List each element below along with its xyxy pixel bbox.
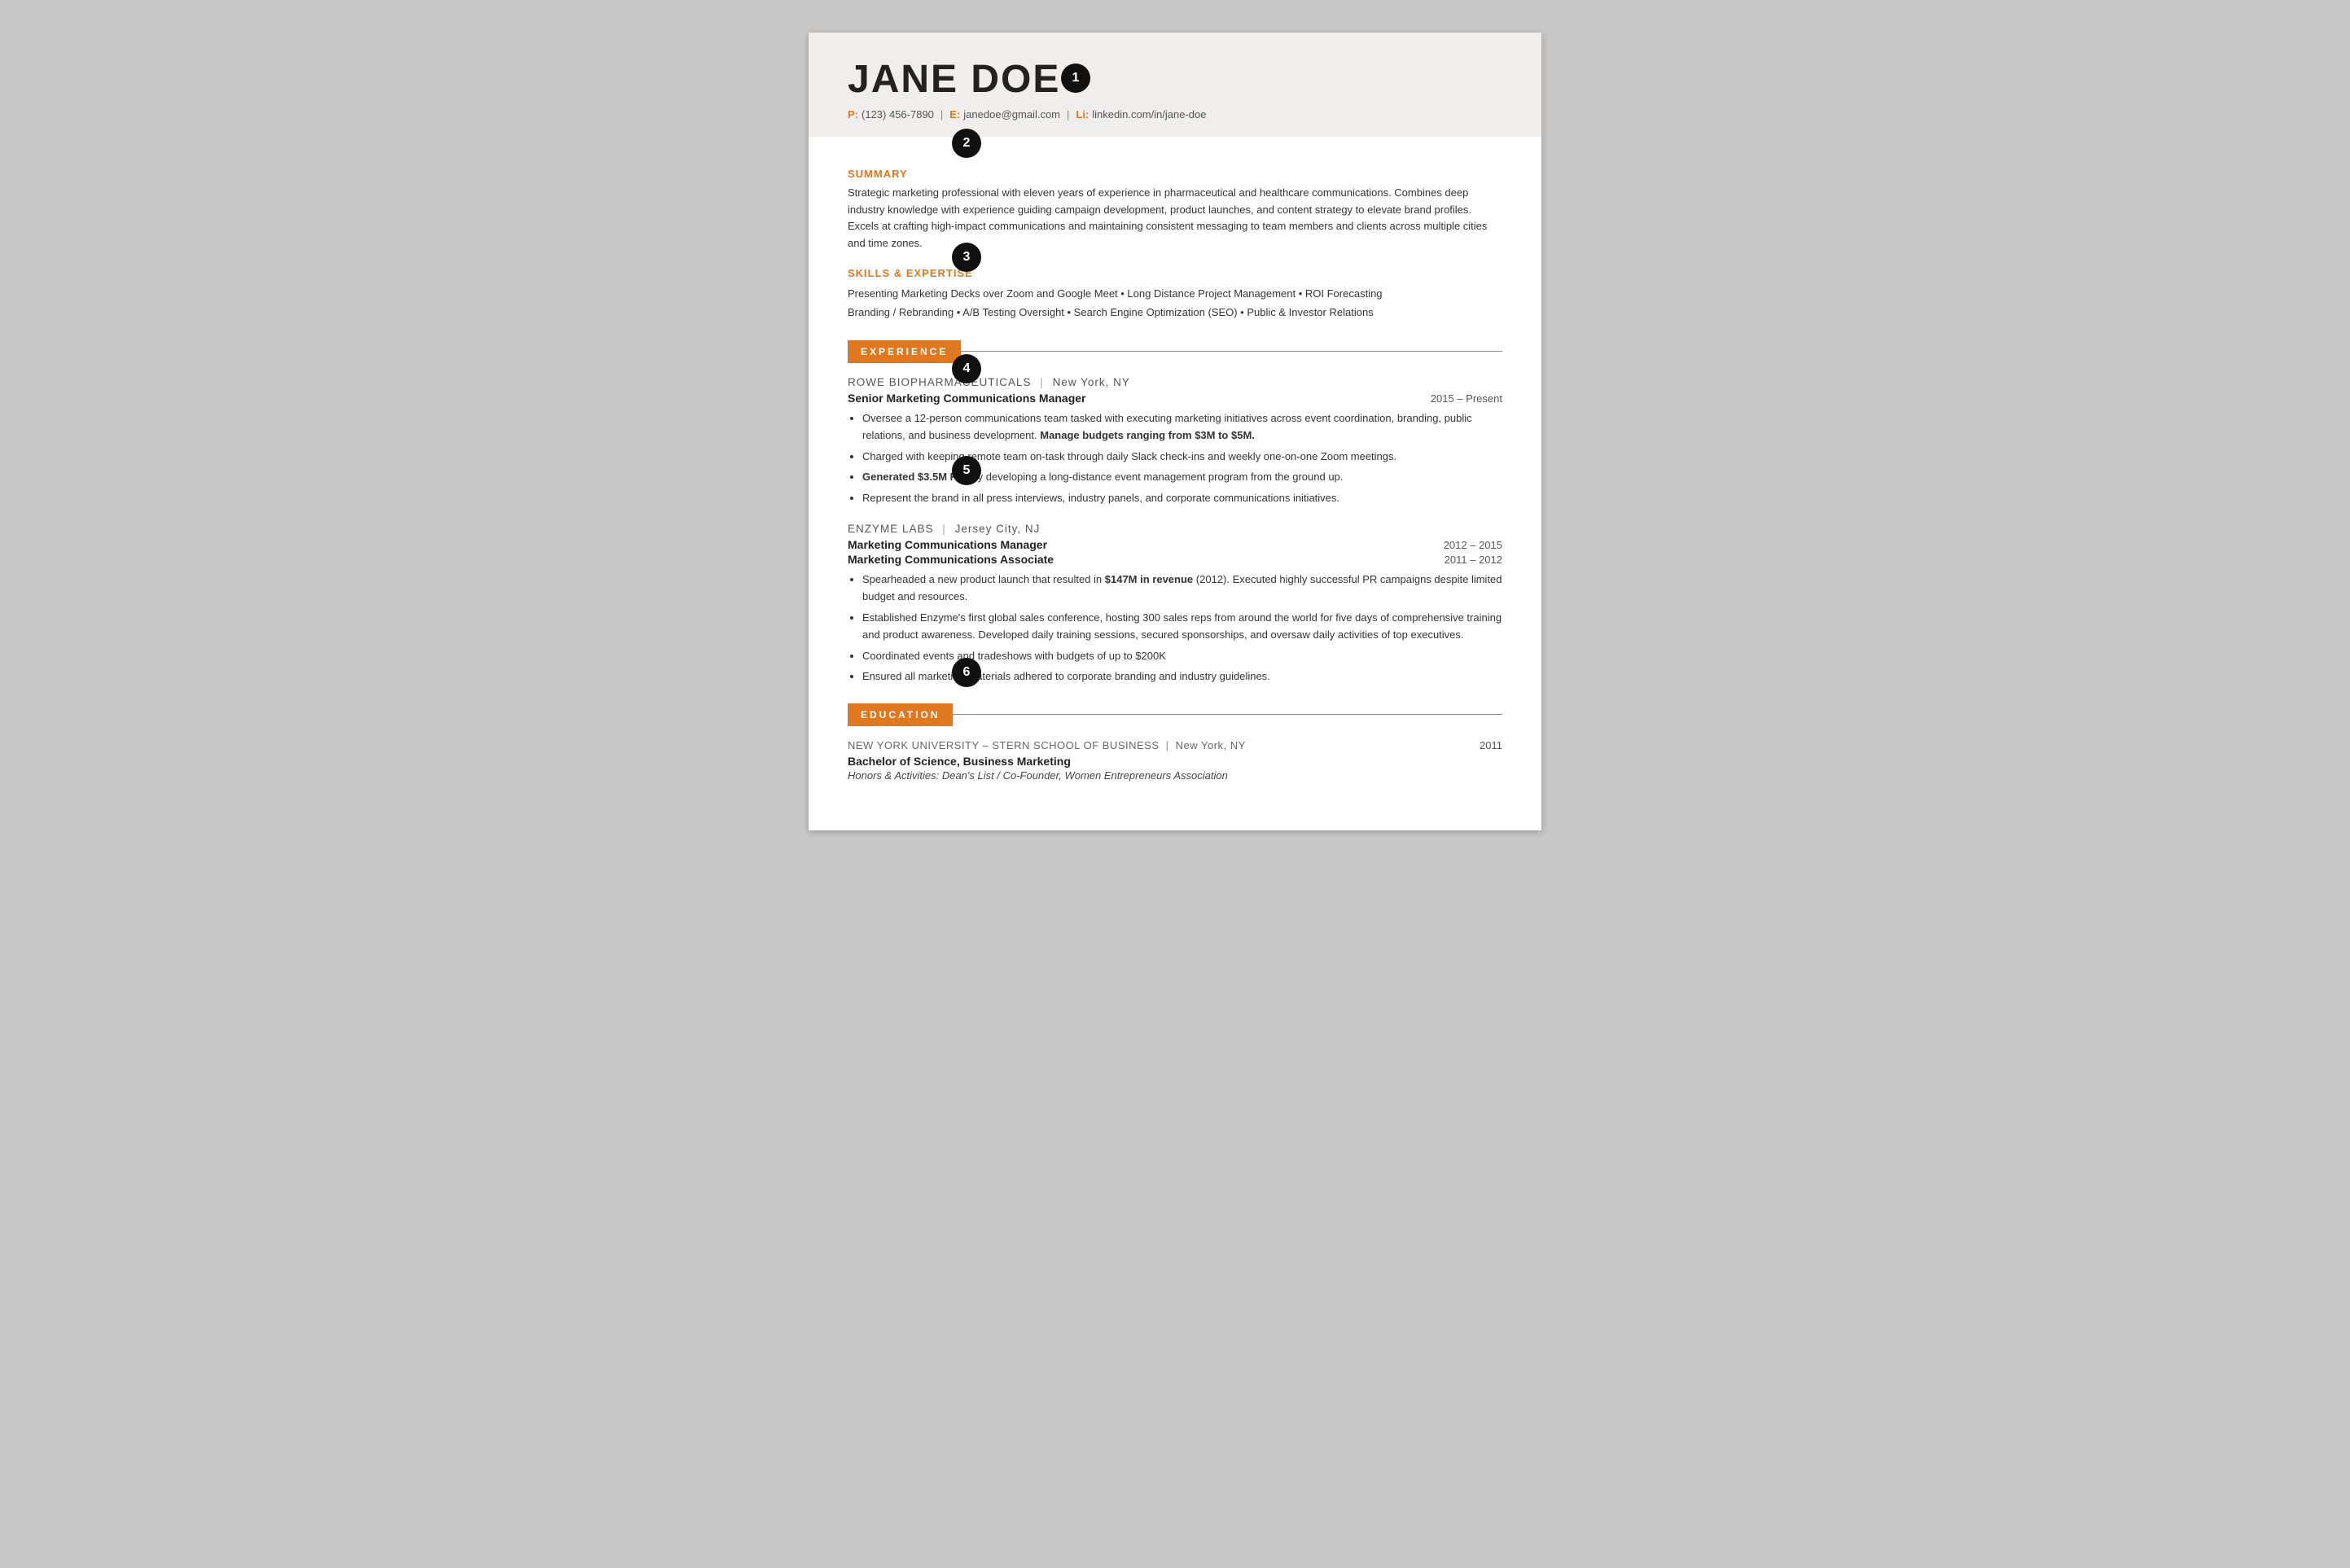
job-enzyme-title-2: Marketing Communications Associate — [848, 553, 1054, 566]
linkedin-label: Li: — [1076, 108, 1089, 120]
resume-body: SUMMARY Strategic marketing professional… — [809, 137, 1541, 830]
page-wrapper: 1 2 3 4 5 6 JANE DOE P: (123) 456-7890 |… — [809, 33, 1541, 830]
edu-degree: Bachelor of Science, Business Marketing — [848, 755, 1502, 768]
job-rowe-company: ROWE BIOPHARMACEUTICALS | New York, NY — [848, 376, 1502, 388]
edu-school-name: NEW YORK UNIVERSITY – STERN SCHOOL OF BU… — [848, 739, 1246, 751]
job-rowe-bullets: Oversee a 12-person communications team … — [848, 410, 1502, 506]
job-enzyme-bullet-1: Spearheaded a new product launch that re… — [862, 571, 1502, 606]
linkedin-value: linkedin.com/in/jane-doe — [1092, 108, 1206, 120]
education-bar: EDUCATION — [848, 703, 953, 726]
job-enzyme-bullet-2: Established Enzyme's first global sales … — [862, 609, 1502, 644]
job-rowe-bullet-4: Represent the brand in all press intervi… — [862, 489, 1502, 506]
job-enzyme-dates-2: 2011 – 2012 — [1445, 554, 1502, 566]
job-rowe: ROWE BIOPHARMACEUTICALS | New York, NY S… — [848, 376, 1502, 506]
job-enzyme-location: Jersey City, NJ — [955, 523, 1041, 535]
job-rowe-role-row: Senior Marketing Communications Manager … — [848, 392, 1502, 405]
skills-label: SKILLS & EXPERTISE — [848, 267, 1502, 279]
job-rowe-title: Senior Marketing Communications Manager — [848, 392, 1086, 405]
job-rowe-bullet-1: Oversee a 12-person communications team … — [862, 410, 1502, 445]
edu-year: 2011 — [1480, 739, 1502, 751]
job-rowe-dates: 2015 – Present — [1431, 392, 1502, 405]
experience-bar: EXPERIENCE — [848, 340, 961, 363]
annotation-3: 3 — [952, 243, 981, 272]
edu-nyu: NEW YORK UNIVERSITY – STERN SCHOOL OF BU… — [848, 739, 1502, 782]
summary-label: SUMMARY — [848, 168, 1502, 180]
phone-value: (123) 456-7890 — [862, 108, 934, 120]
phone-label: P: — [848, 108, 858, 120]
job-enzyme-dates-1: 2012 – 2015 — [1444, 539, 1502, 551]
separator-2: | — [1067, 108, 1069, 120]
resume-header: JANE DOE P: (123) 456-7890 | E: janedoe@… — [809, 33, 1541, 137]
separator-1: | — [940, 108, 943, 120]
experience-section-header: EXPERIENCE — [848, 340, 1502, 363]
education-line — [953, 714, 1502, 715]
skills-row-1: Presenting Marketing Decks over Zoom and… — [848, 284, 1502, 303]
job-rowe-location: New York, NY — [1053, 376, 1130, 388]
skills-row-2: Branding / Rebranding • A/B Testing Over… — [848, 303, 1502, 322]
contact-info: P: (123) 456-7890 | E: janedoe@gmail.com… — [848, 108, 1502, 120]
job-enzyme-bullets: Spearheaded a new product launch that re… — [848, 571, 1502, 685]
edu-school-row: NEW YORK UNIVERSITY – STERN SCHOOL OF BU… — [848, 739, 1502, 751]
email-value: janedoe@gmail.com — [963, 108, 1060, 120]
candidate-name: JANE DOE — [848, 59, 1502, 102]
education-label: EDUCATION — [861, 709, 940, 720]
job-enzyme-title-1: Marketing Communications Manager — [848, 538, 1047, 551]
job-enzyme: ENZYME LABS | Jersey City, NJ Marketing … — [848, 523, 1502, 685]
annotation-6: 6 — [952, 658, 981, 687]
experience-label: EXPERIENCE — [861, 346, 948, 357]
job-enzyme-role-row-1: Marketing Communications Manager 2012 – … — [848, 538, 1502, 551]
annotation-5: 5 — [952, 456, 981, 485]
email-label: E: — [949, 108, 960, 120]
job-rowe-company-name: ROWE BIOPHARMACEUTICALS — [848, 376, 1032, 388]
annotation-4: 4 — [952, 354, 981, 383]
summary-text: Strategic marketing professional with el… — [848, 185, 1502, 252]
edu-honors: Honors & Activities: Dean's List / Co-Fo… — [848, 769, 1502, 782]
education-section-header: EDUCATION — [848, 703, 1502, 726]
annotation-1: 1 — [1061, 64, 1090, 93]
job-enzyme-company-name: ENZYME LABS — [848, 523, 934, 535]
annotation-2: 2 — [952, 129, 981, 158]
experience-line — [961, 351, 1502, 352]
resume-document: JANE DOE P: (123) 456-7890 | E: janedoe@… — [809, 33, 1541, 830]
job-enzyme-company: ENZYME LABS | Jersey City, NJ — [848, 523, 1502, 535]
skills-content: Presenting Marketing Decks over Zoom and… — [848, 284, 1502, 322]
job-enzyme-role-row-2: Marketing Communications Associate 2011 … — [848, 553, 1502, 566]
